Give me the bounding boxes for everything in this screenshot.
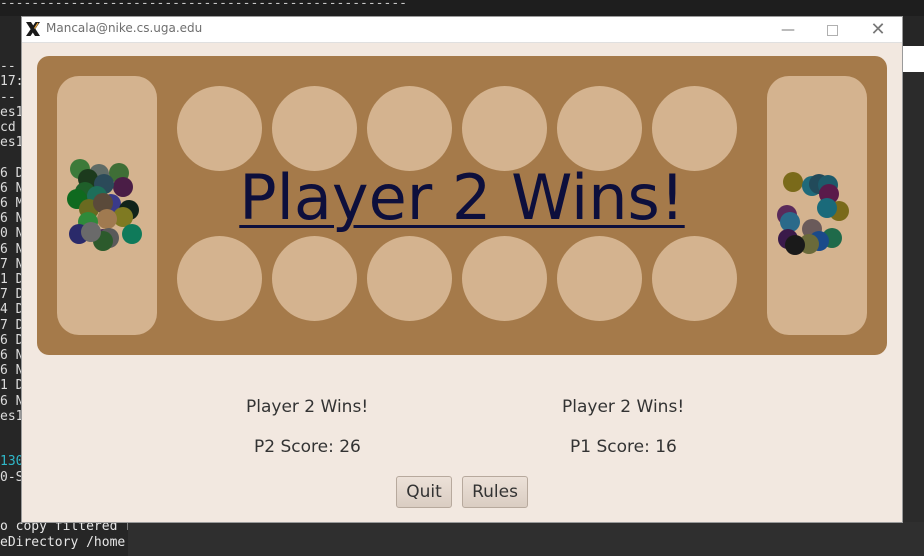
pit-bottom-5[interactable]	[557, 236, 642, 321]
pit-bottom-4[interactable]	[462, 236, 547, 321]
maximize-button[interactable]	[822, 20, 842, 40]
terminal-bottom-text: o copy filtered r eDirectory /home	[0, 519, 133, 551]
pit-bottom-6[interactable]	[652, 236, 737, 321]
close-button[interactable]: ✕	[868, 20, 888, 40]
right-status: Player 2 Wins!	[562, 397, 685, 417]
pit-bottom-3[interactable]	[367, 236, 452, 321]
rules-button[interactable]: Rules	[462, 476, 528, 508]
p2-score: P2 Score: 26	[254, 437, 361, 457]
board-winner-text: Player 2 Wins!	[239, 161, 685, 234]
background-window-edge-dark	[902, 72, 924, 556]
p1-score: P1 Score: 16	[570, 437, 677, 457]
mancala-board: Player 2 Wins!	[37, 56, 887, 355]
maximize-icon	[827, 25, 838, 36]
terminal-dashes: ----------------------------------------…	[0, 0, 407, 11]
stone	[785, 235, 805, 255]
board-winner-message: Player 2 Wins!	[37, 158, 887, 238]
title-bar[interactable]: Mancala@nike.cs.uga.edu — ✕	[22, 17, 902, 43]
pit-bottom-2[interactable]	[272, 236, 357, 321]
terminal-partial-text: -- 17: -- es1 cd es1 6 D 6 N 6 M 6 N 0 N…	[0, 59, 24, 484]
terminal-line-2: eDirectory /home	[0, 535, 126, 550]
background-window-edge	[902, 46, 924, 72]
left-status: Player 2 Wins!	[246, 397, 369, 417]
quit-button[interactable]: Quit	[396, 476, 452, 508]
background-panel	[128, 522, 924, 556]
mancala-window: Mancala@nike.cs.uga.edu — ✕ Player 2 Win…	[22, 17, 902, 522]
x11-logo-icon	[26, 22, 40, 36]
window-title: Mancala@nike.cs.uga.edu	[46, 21, 203, 35]
pit-bottom-1[interactable]	[177, 236, 262, 321]
minimize-button[interactable]: —	[778, 20, 798, 40]
